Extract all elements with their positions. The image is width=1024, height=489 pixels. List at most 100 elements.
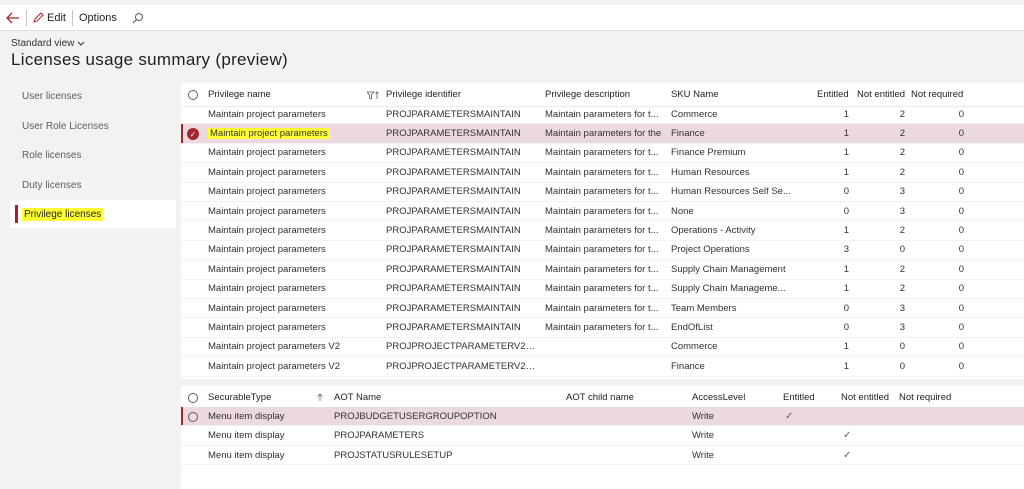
search-button[interactable] bbox=[127, 5, 149, 31]
cell-entitled: 1 bbox=[843, 283, 849, 295]
row-select-checkbox[interactable] bbox=[188, 411, 198, 422]
nav-item-label: User Role Licenses bbox=[22, 120, 109, 132]
cell-privilege-description: Maintain parameters for t... bbox=[545, 244, 659, 256]
cell-not-entitled: 3 bbox=[899, 186, 905, 198]
nav-item-user-role-licenses[interactable]: User Role Licenses bbox=[10, 112, 176, 140]
privilege-name-text: Maintain project parameters bbox=[208, 283, 326, 295]
privilege-row[interactable]: Maintain project parameters PROJPARAMETER… bbox=[181, 241, 1024, 261]
col-header-aot-child-name[interactable]: AOT child name bbox=[566, 392, 634, 403]
cell-privilege-identifier: PROJPARAMETERSMAINTAIN bbox=[386, 205, 521, 217]
cell-sku-name: Operations - Activity bbox=[671, 225, 756, 237]
col-header-privilege-description[interactable]: Privilege description bbox=[545, 89, 630, 100]
nav-item-role-licenses[interactable]: Role licenses bbox=[10, 141, 176, 169]
cell-securable-type: Menu item display bbox=[208, 449, 285, 461]
pencil-icon bbox=[33, 12, 44, 23]
privilege-row[interactable]: Maintain project parameters PROJPARAMETER… bbox=[181, 163, 1024, 183]
privilege-name-text: Maintain project parameters bbox=[208, 147, 326, 159]
cell-sku-name: EndOfList bbox=[671, 322, 713, 334]
privilege-row[interactable]: Maintain project parameters PROJPARAMETER… bbox=[181, 183, 1024, 202]
cell-privilege-description: Maintain parameters for t... bbox=[545, 108, 659, 120]
col-header-not-required[interactable]: Not required bbox=[899, 392, 951, 403]
back-button[interactable] bbox=[0, 5, 26, 31]
privilege-row[interactable]: ✓ Maintain project parameters PROJPARAMETE… bbox=[181, 124, 1024, 144]
privilege-row[interactable]: Maintain project parameters PROJPARAMETER… bbox=[181, 144, 1024, 164]
col-header-privilege-identifier[interactable]: Privilege identifier bbox=[386, 89, 461, 100]
col-header-entitled[interactable]: Entitled bbox=[783, 392, 815, 403]
cell-privilege-identifier: PROJPARAMETERSMAINTAIN bbox=[386, 322, 521, 334]
cell-privilege-description: Maintain parameters for t... bbox=[545, 263, 659, 275]
cell-privilege-description: Maintain parameters for t... bbox=[545, 302, 659, 314]
privilege-row[interactable]: Maintain project parameters PROJPARAMETER… bbox=[181, 318, 1024, 338]
col-header-not-entitled[interactable]: Not entitled bbox=[841, 392, 889, 403]
privilege-name-text: Maintain project parameters V2 bbox=[208, 360, 341, 372]
cell-not-required: 0 bbox=[958, 244, 964, 256]
col-header-access-level[interactable]: AccessLevel bbox=[692, 392, 745, 403]
privilege-row[interactable]: Maintain project parameters V2 PROJPROJEC… bbox=[181, 338, 1024, 358]
view-selector[interactable]: Standard view bbox=[11, 38, 85, 49]
sort-ascending-icon[interactable] bbox=[316, 393, 324, 402]
privilege-row[interactable]: Maintain project parameters PROJPARAMETER… bbox=[181, 260, 1024, 280]
cell-not-entitled: 2 bbox=[899, 166, 905, 178]
privilege-row[interactable]: Maintain project parameters PROJPARAMETER… bbox=[181, 105, 1024, 125]
cell-privilege-identifier: PROJPARAMETERSMAINTAIN bbox=[386, 283, 521, 295]
privilege-row[interactable]: Maintain project parameters PROJPARAMETER… bbox=[181, 202, 1024, 222]
cell-privilege-name: Maintain project parameters bbox=[208, 109, 378, 120]
cell-not-entitled: 3 bbox=[899, 302, 905, 314]
securable-row[interactable]: Menu item display PROJSTATUSRULESETUP Writ… bbox=[181, 446, 1024, 466]
cell-privilege-description: Maintain parameters for t... bbox=[545, 283, 659, 295]
cell-sku-name: Supply Chain Management bbox=[671, 263, 786, 275]
securable-row[interactable]: Menu item display PROJBUDGETUSERGROUPOPTI… bbox=[181, 407, 1024, 427]
cell-sku-name: Finance bbox=[671, 360, 705, 372]
cell-sku-name: Project Operations bbox=[671, 244, 750, 256]
privilege-name-text: Maintain project parameters bbox=[208, 225, 326, 237]
cell-privilege-identifier: PROJPARAMETERSMAINTAIN bbox=[386, 128, 521, 140]
filter-sort-icon[interactable] bbox=[367, 91, 379, 100]
col-header-securable-type[interactable]: SecurableType bbox=[208, 392, 271, 403]
cell-entitled: 1 bbox=[843, 360, 849, 372]
select-all-checkbox[interactable] bbox=[188, 90, 198, 100]
col-header-not-entitled[interactable]: Not entitled bbox=[857, 89, 905, 100]
privilege-row[interactable]: Maintain project parameters PROJPARAMETER… bbox=[181, 280, 1024, 299]
cell-sku-name: None bbox=[671, 205, 694, 217]
col-header-not-required[interactable]: Not required bbox=[911, 89, 963, 100]
cell-entitled: 1 bbox=[843, 166, 849, 178]
nav-item-user-licenses[interactable]: User licenses bbox=[10, 82, 176, 110]
nav-item-label: Privilege licenses bbox=[22, 207, 104, 221]
cell-not-entitled: 0 bbox=[899, 244, 905, 256]
col-header-privilege-name[interactable]: Privilege name bbox=[208, 89, 271, 100]
cell-privilege-description: Maintain parameters for t... bbox=[545, 205, 659, 217]
col-header-sku-name[interactable]: SKU Name bbox=[671, 89, 719, 100]
cell-securable-type: Menu item display bbox=[208, 430, 285, 442]
action-pane: Edit Options bbox=[0, 5, 1024, 31]
cell-not-required: 0 bbox=[958, 225, 964, 237]
select-all-checkbox[interactable] bbox=[188, 393, 198, 403]
nav-item-privilege-licenses[interactable]: Privilege licenses bbox=[10, 200, 176, 228]
cell-entitled: 0 bbox=[843, 205, 849, 217]
privileges-grid-header: Privilege name Privilege identifier Priv… bbox=[181, 83, 1024, 107]
nav-item-duty-licenses[interactable]: Duty licenses bbox=[10, 171, 176, 199]
privilege-row[interactable]: Maintain project parameters PROJPARAMETER… bbox=[181, 299, 1024, 319]
cell-privilege-identifier: PROJPARAMETERSMAINTAIN bbox=[386, 244, 521, 256]
options-label: Options bbox=[78, 11, 117, 24]
options-button[interactable]: Options bbox=[73, 5, 123, 31]
col-header-aot-name[interactable]: AOT Name bbox=[334, 392, 381, 403]
privilege-row[interactable]: Maintain project parameters V2 PROJPROJEC… bbox=[181, 357, 1024, 377]
col-header-entitled[interactable]: Entitled bbox=[817, 89, 849, 100]
cell-not-required: 0 bbox=[958, 166, 964, 178]
cell-entitled: 1 bbox=[843, 147, 849, 159]
privilege-row[interactable]: Maintain project parameters PROJPARAMETER… bbox=[181, 221, 1024, 241]
cell-not-required: 0 bbox=[958, 186, 964, 198]
row-selected-check-icon[interactable]: ✓ bbox=[187, 128, 199, 141]
cell-sku-name: Human Resources bbox=[671, 166, 750, 178]
cell-sku-name: Commerce bbox=[671, 341, 718, 353]
cell-not-entitled: 0 bbox=[899, 341, 905, 353]
cell-privilege-name: Maintain project parameters bbox=[208, 322, 378, 333]
cell-entitled: 0 bbox=[843, 322, 849, 334]
edit-button[interactable]: Edit bbox=[27, 5, 72, 31]
nav-item-label: Duty licenses bbox=[22, 179, 82, 191]
cell-not-entitled: 2 bbox=[899, 225, 905, 237]
securable-row[interactable]: Menu item display PROJPARAMETERS Write ✓ bbox=[181, 427, 1024, 446]
cell-privilege-name: Maintain project parameters bbox=[208, 283, 378, 294]
chevron-down-icon bbox=[78, 41, 85, 46]
cell-not-required: 0 bbox=[958, 302, 964, 314]
